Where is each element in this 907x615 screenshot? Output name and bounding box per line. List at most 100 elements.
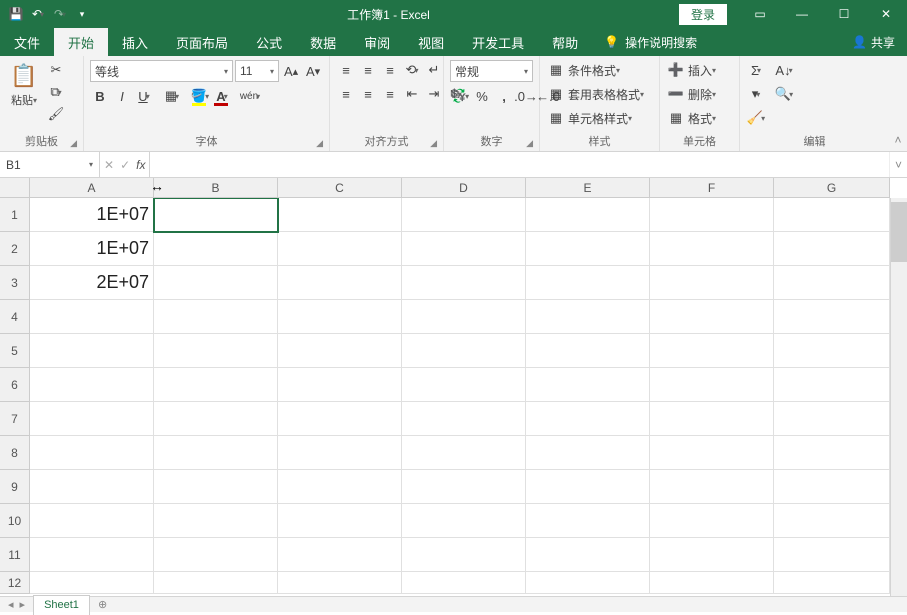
cell[interactable]	[402, 300, 526, 334]
cell[interactable]	[526, 470, 650, 504]
tab-data[interactable]: 数据	[296, 28, 350, 56]
vertical-scrollbar[interactable]	[890, 198, 907, 596]
format-painter-icon[interactable]: 🖌	[46, 104, 66, 124]
row-header[interactable]: 8	[0, 436, 30, 470]
cell[interactable]	[650, 470, 774, 504]
tab-developer[interactable]: 开发工具	[458, 28, 538, 56]
increase-indent-icon[interactable]: ⇥	[424, 84, 444, 104]
cell[interactable]	[402, 436, 526, 470]
column-header[interactable]: B	[154, 178, 278, 198]
cell[interactable]	[774, 300, 890, 334]
row-header[interactable]: 7	[0, 402, 30, 436]
cell[interactable]	[30, 572, 154, 594]
cell[interactable]	[650, 572, 774, 594]
clear-icon[interactable]: 🧹▾	[746, 108, 766, 128]
cell[interactable]	[526, 300, 650, 334]
cell[interactable]	[526, 266, 650, 300]
cell[interactable]	[278, 198, 402, 232]
cell[interactable]	[526, 198, 650, 232]
column-header[interactable]: F	[650, 178, 774, 198]
cell[interactable]	[774, 402, 890, 436]
column-header[interactable]: D	[402, 178, 526, 198]
decrease-font-icon[interactable]: A▾	[303, 61, 323, 81]
clipboard-launcher-icon[interactable]: ◢	[70, 138, 77, 149]
redo-icon[interactable]: ↷▾	[52, 6, 68, 22]
cell[interactable]: 1E+07	[30, 198, 154, 232]
cell[interactable]	[30, 436, 154, 470]
cell[interactable]	[154, 572, 278, 594]
cell[interactable]	[154, 198, 278, 232]
tab-file[interactable]: 文件	[0, 28, 54, 56]
cell[interactable]	[774, 198, 890, 232]
cell[interactable]	[154, 470, 278, 504]
cell[interactable]	[30, 538, 154, 572]
format-as-table-button[interactable]: ▦套用表格格式▾	[546, 84, 644, 104]
cell[interactable]	[402, 470, 526, 504]
cell[interactable]	[774, 436, 890, 470]
cell[interactable]: 1E+07	[30, 232, 154, 266]
column-header[interactable]: G	[774, 178, 890, 198]
cell[interactable]	[30, 368, 154, 402]
number-format-combo[interactable]: 常规▾	[450, 60, 533, 82]
cell[interactable]	[402, 232, 526, 266]
align-left-icon[interactable]: ≡	[336, 84, 356, 104]
share-button[interactable]: 👤 共享	[840, 28, 907, 56]
maximize-icon[interactable]: ☐	[823, 0, 865, 28]
column-header[interactable]: E	[526, 178, 650, 198]
cell-styles-button[interactable]: ▦单元格样式▾	[546, 108, 644, 128]
increase-font-icon[interactable]: A▴	[281, 61, 301, 81]
save-icon[interactable]: 💾	[8, 6, 24, 22]
cell[interactable]	[774, 572, 890, 594]
cell[interactable]	[154, 368, 278, 402]
tab-page-layout[interactable]: 页面布局	[162, 28, 242, 56]
cell[interactable]	[650, 232, 774, 266]
font-launcher-icon[interactable]: ◢	[316, 138, 323, 149]
cell[interactable]	[154, 402, 278, 436]
cell[interactable]	[650, 504, 774, 538]
cell[interactable]	[774, 334, 890, 368]
cell[interactable]	[30, 402, 154, 436]
align-center-icon[interactable]: ≡	[358, 84, 378, 104]
autosum-icon[interactable]: Σ▾	[746, 60, 766, 80]
tab-home[interactable]: 开始	[54, 28, 108, 56]
cell[interactable]	[278, 436, 402, 470]
name-box[interactable]: B1 ▾	[0, 152, 100, 177]
cell[interactable]	[526, 504, 650, 538]
ribbon-options-icon[interactable]: ▭	[739, 0, 781, 28]
cell[interactable]	[774, 470, 890, 504]
font-size-combo[interactable]: 11▾	[235, 60, 279, 82]
cell[interactable]	[402, 538, 526, 572]
align-top-icon[interactable]: ≡	[336, 60, 356, 80]
row-header[interactable]: 11	[0, 538, 30, 572]
tab-review[interactable]: 审阅	[350, 28, 404, 56]
cancel-formula-icon[interactable]: ✕	[104, 158, 114, 172]
new-sheet-icon[interactable]: ⊕	[98, 598, 107, 611]
cell[interactable]	[402, 266, 526, 300]
qat-customize-icon[interactable]: ▾	[74, 6, 90, 22]
cell[interactable]	[30, 470, 154, 504]
cell[interactable]	[526, 232, 650, 266]
tab-insert[interactable]: 插入	[108, 28, 162, 56]
tab-view[interactable]: 视图	[404, 28, 458, 56]
number-launcher-icon[interactable]: ◢	[526, 138, 533, 149]
align-right-icon[interactable]: ≡	[380, 84, 400, 104]
fx-icon[interactable]: fx	[136, 158, 145, 172]
cell[interactable]	[650, 198, 774, 232]
bold-icon[interactable]: B	[90, 86, 110, 106]
cell[interactable]	[278, 504, 402, 538]
cell[interactable]	[278, 470, 402, 504]
cell[interactable]	[402, 368, 526, 402]
fill-color-icon[interactable]: 🪣▾	[190, 86, 210, 106]
cut-icon[interactable]: ✂	[46, 60, 66, 80]
percent-icon[interactable]: %	[472, 86, 492, 106]
cell[interactable]	[278, 538, 402, 572]
decrease-indent-icon[interactable]: ⇤	[402, 84, 422, 104]
cell[interactable]	[650, 266, 774, 300]
fill-icon[interactable]: ▾▾	[746, 84, 766, 104]
undo-icon[interactable]: ↶▾	[30, 6, 46, 22]
column-header[interactable]: C	[278, 178, 402, 198]
row-header[interactable]: 9	[0, 470, 30, 504]
row-header[interactable]: 2	[0, 232, 30, 266]
border-icon[interactable]: ▦▾	[162, 86, 182, 106]
tab-help[interactable]: 帮助	[538, 28, 592, 56]
